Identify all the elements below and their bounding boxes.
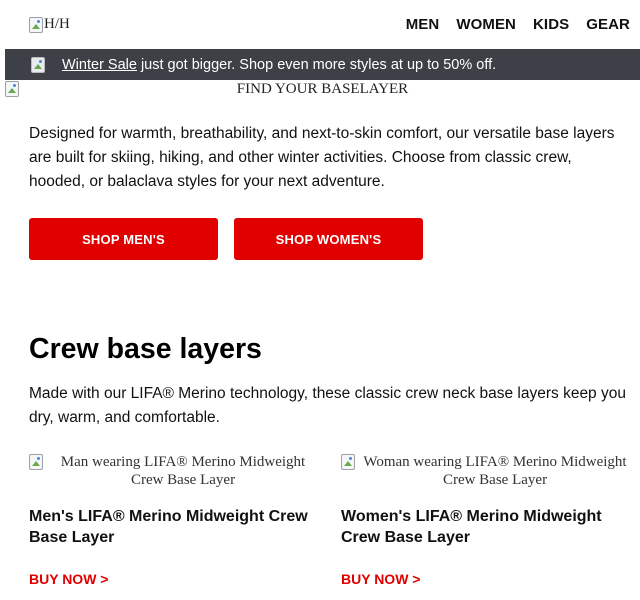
nav-men[interactable]: MEN	[406, 16, 440, 33]
product-card: Man wearing LIFA® Merino Midweight Crew …	[29, 453, 319, 587]
winter-sale-link[interactable]: Winter Sale	[62, 57, 137, 73]
hero-image[interactable]: FIND YOUR BASELAYER	[5, 81, 640, 98]
product-image[interactable]: Woman wearing LIFA® Merino Midweight Cre…	[341, 453, 631, 493]
nav-women[interactable]: WOMEN	[456, 16, 516, 33]
broken-image-icon	[5, 81, 19, 97]
product-card: Woman wearing LIFA® Merino Midweight Cre…	[341, 453, 631, 587]
buy-now-link[interactable]: BUY NOW >	[341, 571, 631, 587]
intro-text: Designed for warmth, breathability, and …	[29, 125, 615, 190]
logo-link[interactable]: H/H	[29, 16, 70, 33]
product-name[interactable]: Men's LIFA® Merino Midweight Crew Base L…	[29, 506, 319, 548]
product-image-alt: Woman wearing LIFA® Merino Midweight Cre…	[363, 454, 627, 488]
buy-now-link[interactable]: BUY NOW >	[29, 571, 319, 587]
logo-alt-text: H/H	[44, 16, 70, 32]
main-nav: MEN WOMEN KIDS GEAR	[389, 16, 630, 33]
shop-mens-button[interactable]: SHOP MEN'S	[29, 218, 218, 260]
hero-image-alt: FIND YOUR BASELAYER	[236, 81, 409, 97]
broken-image-icon	[31, 56, 45, 73]
section-title: Crew base layers	[29, 333, 262, 365]
broken-image-icon	[29, 454, 43, 470]
broken-image-icon	[29, 16, 43, 33]
shop-womens-button[interactable]: SHOP WOMEN'S	[234, 218, 423, 260]
broken-image-icon	[341, 454, 355, 470]
product-image-alt: Man wearing LIFA® Merino Midweight Crew …	[60, 454, 306, 488]
section-description: Made with our LIFA® Merino technology, t…	[29, 385, 626, 426]
nav-kids[interactable]: KIDS	[533, 16, 569, 33]
product-name[interactable]: Women's LIFA® Merino Midweight Crew Base…	[341, 506, 631, 548]
promo-text: just got bigger. Shop even more styles a…	[140, 56, 497, 73]
product-image[interactable]: Man wearing LIFA® Merino Midweight Crew …	[29, 453, 319, 493]
nav-gear[interactable]: GEAR	[586, 16, 630, 33]
promo-banner: Winter Sale just got bigger. Shop even m…	[5, 49, 640, 80]
site-header: H/H MEN WOMEN KIDS GEAR	[0, 0, 640, 48]
